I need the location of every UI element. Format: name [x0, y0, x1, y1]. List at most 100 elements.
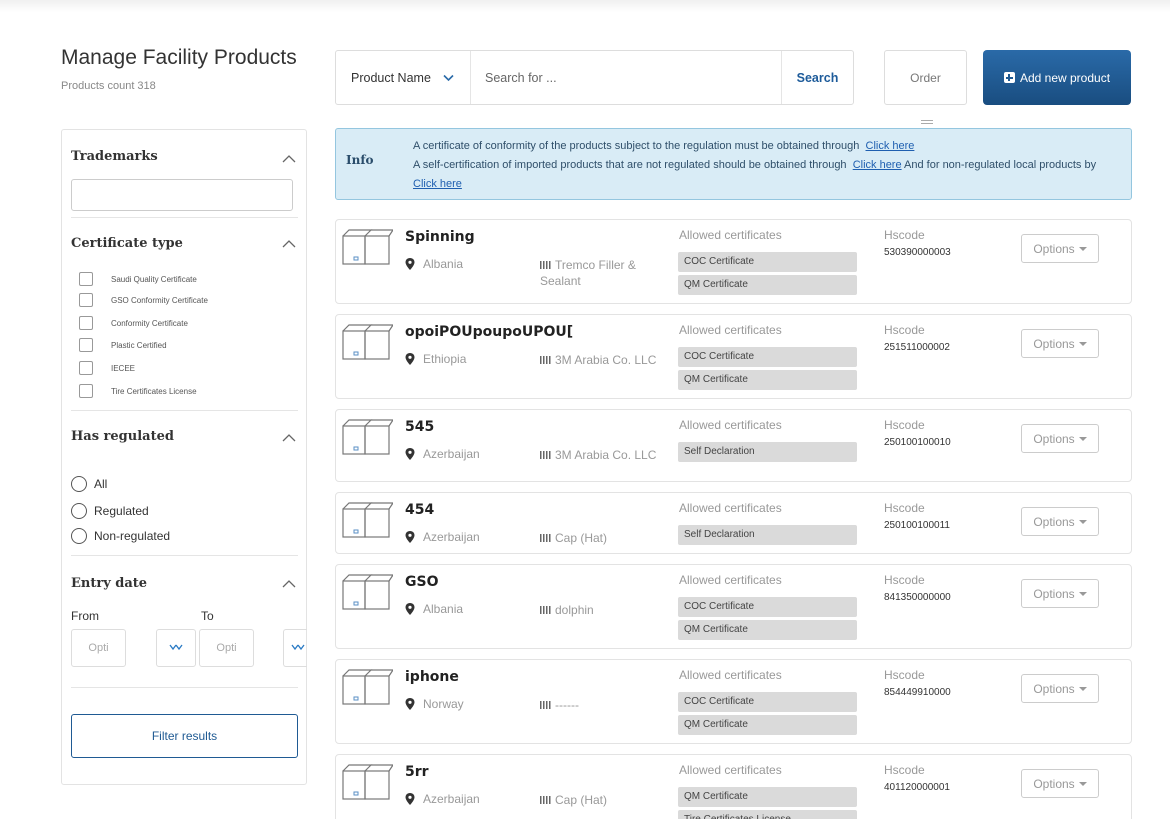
product-name[interactable]: 454: [405, 502, 434, 518]
double-chevron-down-icon: [169, 644, 183, 651]
product-name[interactable]: opoiPOUpoupoUPOU[: [405, 324, 573, 340]
product-card: GSO Albania dolphin Allowed certificates…: [335, 564, 1132, 649]
allowed-certificates-label: Allowed certificates: [679, 573, 782, 587]
to-date-input[interactable]: Opti: [199, 629, 254, 667]
regulated-option-regulated[interactable]: Regulated: [71, 502, 149, 520]
certificate-badge: QM Certificate: [678, 275, 857, 295]
hscode-label: Hscode: [884, 668, 925, 682]
info-text: A certificate of conformity of the produ…: [413, 137, 1125, 194]
trademarks-input[interactable]: [71, 179, 293, 211]
product-country: Ethiopia: [405, 352, 466, 366]
checkbox[interactable]: [79, 272, 93, 286]
entry-date-title: Entry date: [71, 576, 148, 591]
checkbox[interactable]: [79, 316, 93, 330]
certificate-option-label: Tire Certificates License: [111, 386, 197, 396]
certificate-option[interactable]: IECEE: [79, 360, 135, 376]
options-dropdown-button[interactable]: Options: [1021, 579, 1099, 608]
top-shade: [0, 0, 1170, 12]
barcode-icon: [540, 701, 552, 709]
divider: [71, 555, 298, 556]
product-box-icon: [342, 669, 393, 705]
product-brand: 3M Arabia Co. LLC: [540, 352, 668, 368]
info-line-1: A certificate of conformity of the produ…: [413, 140, 860, 152]
checkbox[interactable]: [79, 361, 93, 375]
product-brand: Cap (Hat): [540, 530, 668, 546]
radio-button[interactable]: [71, 476, 87, 492]
map-pin-icon: [405, 258, 415, 270]
certificate-option[interactable]: GSO Conformity Certificate: [79, 292, 208, 308]
product-name[interactable]: iphone: [405, 669, 459, 685]
filter-sidebar: Trademarks Certificate type Saudi Qualit…: [61, 129, 307, 785]
add-new-product-button[interactable]: Add new product: [983, 50, 1131, 105]
barcode-icon: [540, 796, 552, 804]
regulated-option-non-regulated[interactable]: Non-regulated: [71, 527, 170, 545]
drag-handle-icon[interactable]: [921, 120, 933, 127]
country-label: Norway: [423, 697, 464, 711]
options-dropdown-button[interactable]: Options: [1021, 507, 1099, 536]
radio-button[interactable]: [71, 528, 87, 544]
product-name[interactable]: GSO: [405, 574, 438, 590]
product-card: iphone Norway ------ Allowed certificate…: [335, 659, 1132, 744]
coc-click-here-link[interactable]: Click here: [866, 140, 915, 152]
allowed-certificates-label: Allowed certificates: [679, 668, 782, 682]
local-click-here-link[interactable]: Click here: [413, 178, 462, 190]
options-dropdown-button[interactable]: Options: [1021, 424, 1099, 453]
map-pin-icon: [405, 448, 415, 460]
options-dropdown-button[interactable]: Options: [1021, 674, 1099, 703]
certificate-option[interactable]: Conformity Certificate: [79, 315, 188, 331]
search-button[interactable]: Search: [781, 51, 853, 104]
options-dropdown-button[interactable]: Options: [1021, 769, 1099, 798]
certificate-option-label: Saudi Quality Certificate: [111, 274, 197, 284]
product-card: 545 Azerbaijan 3M Arabia Co. LLC Allowed…: [335, 409, 1132, 482]
hscode-label: Hscode: [884, 501, 925, 515]
search-field-select[interactable]: Product Name: [336, 51, 471, 104]
checkbox[interactable]: [79, 293, 93, 307]
filter-results-button[interactable]: Filter results: [71, 714, 298, 758]
map-pin-icon: [405, 793, 415, 805]
product-name[interactable]: 545: [405, 419, 434, 435]
product-brand: Cap (Hat): [540, 792, 668, 808]
hscode-value: 854449910000: [884, 687, 951, 698]
order-button[interactable]: Order: [884, 50, 967, 105]
divider: [71, 410, 298, 411]
certificate-option[interactable]: Saudi Quality Certificate: [79, 271, 197, 287]
from-date-input[interactable]: Opti: [71, 629, 126, 667]
to-date-toggle[interactable]: [283, 629, 307, 667]
certificate-option[interactable]: Plastic Certified: [79, 337, 167, 353]
certificate-badge: Tire Certificates License: [678, 810, 857, 819]
caret-down-icon: [1078, 591, 1087, 596]
regulated-option-all[interactable]: All: [71, 475, 107, 493]
certificate-badge: COC Certificate: [678, 252, 857, 272]
allowed-certificates-label: Allowed certificates: [679, 323, 782, 337]
brand-label: 3M Arabia Co. LLC: [555, 353, 657, 367]
caret-down-icon: [1078, 686, 1087, 691]
hscode-label: Hscode: [884, 323, 925, 337]
product-card: Spinning Albania Tremco Filler & Sealant…: [335, 219, 1132, 304]
self-cert-click-here-link[interactable]: Click here: [853, 159, 902, 171]
product-brand: ------: [540, 697, 668, 713]
certificate-badge: QM Certificate: [678, 620, 857, 640]
certificate-option[interactable]: Tire Certificates License: [79, 383, 197, 399]
from-date-toggle[interactable]: [156, 629, 196, 667]
certificate-badge: COC Certificate: [678, 692, 857, 712]
options-dropdown-button[interactable]: Options: [1021, 234, 1099, 263]
product-name[interactable]: 5rr: [405, 764, 429, 780]
options-dropdown-button[interactable]: Options: [1021, 329, 1099, 358]
hscode-label: Hscode: [884, 418, 925, 432]
product-brand: Tremco Filler & Sealant: [540, 257, 668, 289]
product-card: 454 Azerbaijan Cap (Hat) Allowed certifi…: [335, 492, 1132, 554]
chevron-up-icon[interactable]: [282, 239, 296, 249]
radio-button[interactable]: [71, 503, 87, 519]
search-input[interactable]: [471, 51, 781, 104]
has-regulated-title: Has regulated: [71, 429, 174, 444]
product-name[interactable]: Spinning: [405, 229, 475, 245]
checkbox[interactable]: [79, 384, 93, 398]
chevron-up-icon[interactable]: [282, 433, 296, 443]
country-label: Albania: [423, 602, 464, 616]
chevron-up-icon[interactable]: [282, 579, 296, 589]
chevron-up-icon[interactable]: [282, 154, 296, 164]
certificate-option-label: Conformity Certificate: [111, 318, 188, 328]
options-label: Options: [1033, 431, 1075, 446]
checkbox[interactable]: [79, 338, 93, 352]
certificate-badge: QM Certificate: [678, 787, 857, 807]
